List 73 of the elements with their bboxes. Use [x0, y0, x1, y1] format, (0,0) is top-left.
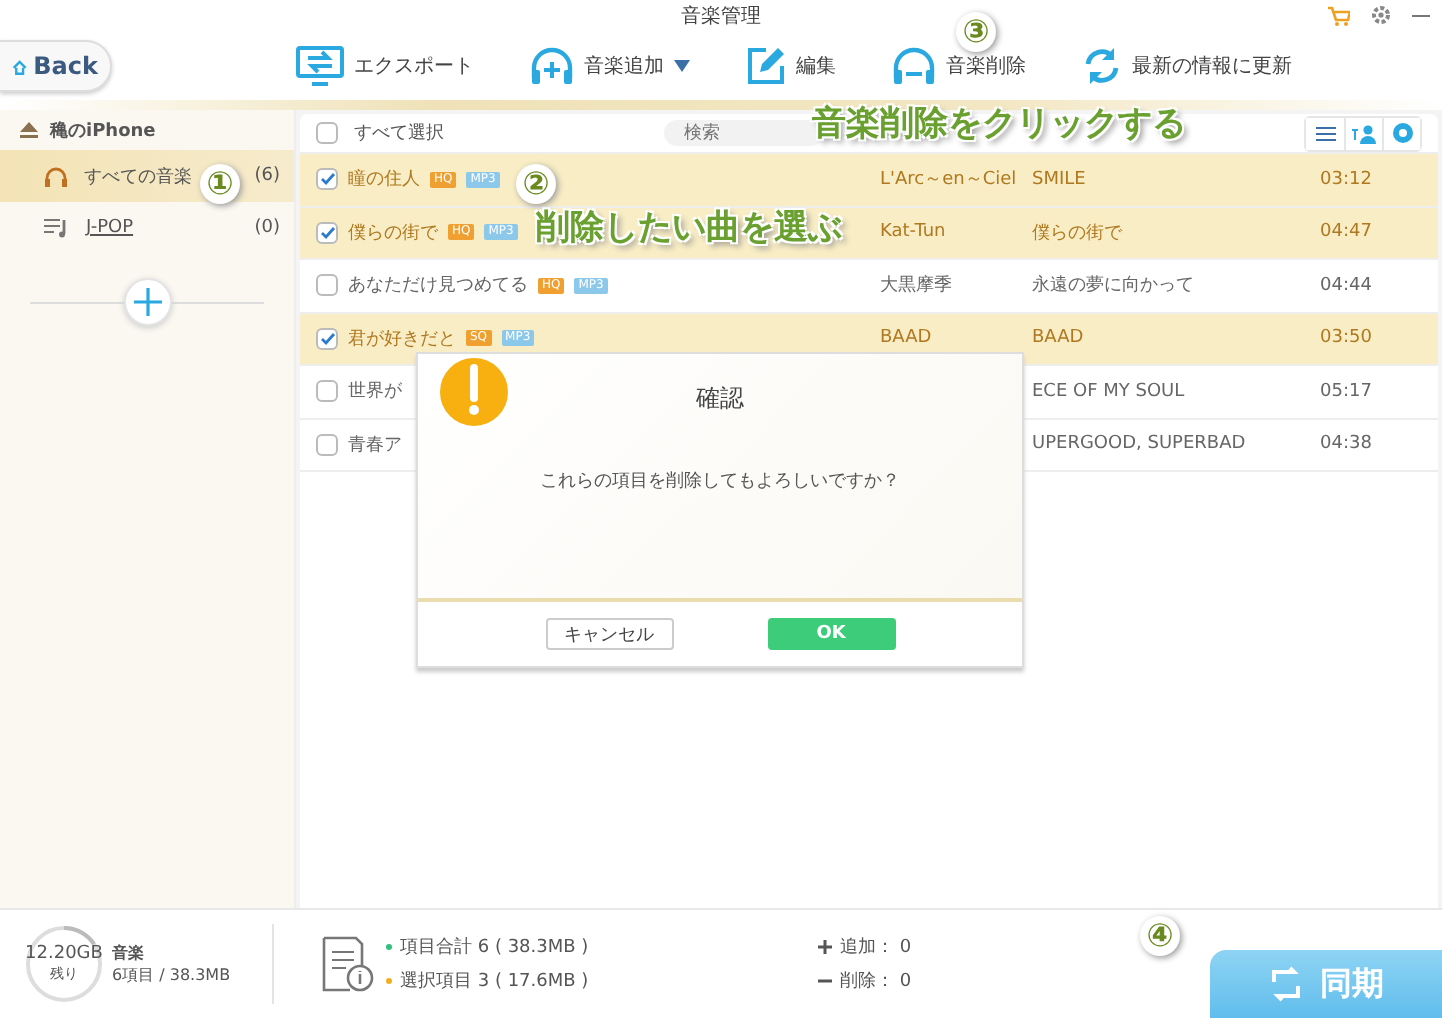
duration-cell: 04:44 — [1320, 275, 1372, 296]
storage-ring-icon — [24, 924, 104, 1004]
album-cell-text: UPERGOOD, SUPERBAD — [1032, 434, 1248, 455]
device-name: 穐のiPhone — [50, 119, 156, 143]
settings-icon[interactable] — [1370, 4, 1392, 26]
add-playlist-button[interactable] — [123, 278, 171, 326]
album-cell-text: 永遠の夢に向かって — [1032, 273, 1196, 299]
artist-view-button[interactable] — [1344, 117, 1382, 149]
song-title: あなただけ見つめてる — [348, 274, 528, 299]
edit-icon — [746, 46, 786, 86]
headphones-minus-icon — [892, 46, 936, 86]
home-icon — [12, 57, 28, 75]
row-checkbox[interactable] — [316, 327, 338, 350]
category-name: 音楽 — [112, 942, 146, 964]
headphones-icon — [44, 165, 68, 187]
song-title: 僕らの街で — [348, 221, 438, 246]
song-title: 世界が — [348, 379, 402, 405]
select-all-checkbox[interactable] — [316, 122, 338, 144]
row-checkbox[interactable] — [316, 433, 338, 456]
selected-items: 選択項目 3 ( 17.6MB ) — [400, 969, 589, 994]
album-cell-text: BAAD — [1032, 328, 1086, 349]
sidebar-item[interactable]: J-POP (0) — [0, 202, 294, 254]
cancel-button[interactable]: キャンセル — [545, 618, 673, 650]
plus-icon — [133, 288, 161, 316]
song-title: 瞳の住人 — [348, 167, 420, 193]
row-checkbox[interactable] — [316, 380, 338, 403]
refresh-icon — [1082, 46, 1122, 86]
row-checkbox[interactable] — [316, 168, 338, 191]
toolbar-button[interactable]: 音楽追加 — [530, 46, 690, 86]
song-title: 君が好きだと — [348, 327, 456, 352]
window-title: 音楽管理 — [681, 3, 761, 30]
album-view-button[interactable] — [1382, 117, 1420, 149]
toolbar-button[interactable]: 音楽削除 — [892, 46, 1026, 86]
row-checkbox[interactable] — [316, 274, 338, 297]
list-icon — [1315, 125, 1335, 141]
dialog-message: これらの項目を削除してもよろしいですか？ — [538, 469, 902, 494]
artist-cell: Kat-Tun — [880, 222, 946, 243]
deleted-count: 削除： 0 — [840, 969, 912, 994]
duration-cell: 03:50 — [1320, 328, 1372, 349]
sync-icon — [1268, 966, 1304, 1002]
duration-cell: 05:17 — [1320, 381, 1372, 402]
duration-cell: 03:12 — [1320, 169, 1372, 190]
instruction-caption: 削除したい曲を選ぶ — [536, 206, 842, 250]
added-count: 追加： 0 — [840, 935, 912, 960]
category-summary: 6項目 / 38.3MB — [112, 964, 233, 986]
export-icon — [296, 46, 344, 86]
artist-cell: 大黒摩季 — [880, 276, 952, 297]
album-cell-text: ECE OF MY SOUL — [1032, 381, 1187, 402]
select-all-label: すべて選択 — [354, 121, 444, 146]
dialog-title: 確認 — [694, 382, 746, 416]
playlist-icon — [44, 218, 70, 238]
toolbar-button[interactable]: 編集 — [746, 46, 836, 86]
duration-cell: 04:47 — [1320, 222, 1372, 243]
toolbar-button[interactable]: 最新の情報に更新 — [1082, 46, 1292, 86]
document-info-icon — [322, 936, 374, 992]
total-items: 項目合計 6 ( 38.3MB ) — [400, 935, 589, 960]
disc-icon — [1391, 122, 1413, 144]
artist-cell: L'Arc～en～Ciel — [880, 170, 1017, 191]
back-button[interactable]: Back — [0, 40, 112, 92]
album-cell-text: SMILE — [1032, 169, 1088, 190]
song-title: 青春ア — [348, 433, 402, 458]
cart-icon[interactable] — [1328, 5, 1350, 25]
duration-cell: 04:38 — [1320, 434, 1372, 455]
free-space: 12.20GB — [25, 944, 103, 964]
minus-icon — [818, 974, 832, 988]
toolbar-button[interactable]: エクスポート — [296, 46, 474, 86]
person-icon — [1352, 123, 1376, 143]
eject-icon[interactable] — [20, 122, 38, 138]
headphones-plus-icon — [530, 46, 574, 86]
plus-icon — [818, 940, 832, 954]
artist-cell: BAAD — [880, 328, 932, 349]
row-checkbox[interactable] — [316, 221, 338, 244]
album-cell-text: 僕らの街で — [1032, 221, 1124, 246]
